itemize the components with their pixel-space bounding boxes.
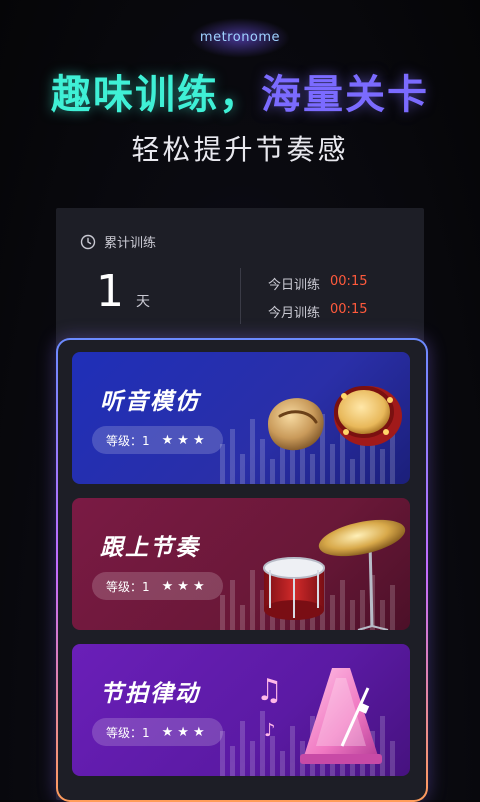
stats-divider bbox=[240, 268, 241, 324]
stats-header: 累计训练 bbox=[80, 232, 156, 251]
month-training-row: 今月训练 00:15 bbox=[268, 302, 367, 321]
app-preview: 累计训练 1 天 今日训练 00:15 今月训练 00:15 听音模仿 等级：1… bbox=[56, 208, 426, 800]
level-label: 等级：1 bbox=[106, 579, 150, 594]
level-badge: 等级：1 ★★★ bbox=[92, 718, 223, 746]
level-label: 等级：1 bbox=[106, 433, 150, 448]
drum-kit-icon bbox=[263, 519, 406, 630]
svg-text:♫: ♫ bbox=[256, 673, 283, 708]
level-badge: 等级：1 ★★★ bbox=[92, 426, 223, 454]
brand-name: metronome bbox=[199, 30, 281, 45]
level-label: 等级：1 bbox=[106, 725, 150, 740]
today-training-row: 今日训练 00:15 bbox=[268, 274, 367, 293]
mode-card-beat-groove[interactable]: 节拍律动 等级：1 ★★★ ♫ ♪ bbox=[72, 644, 410, 776]
subline: 轻松提升节奏感 bbox=[131, 133, 349, 166]
days-unit: 天 bbox=[136, 294, 150, 310]
days-value: 1 bbox=[96, 266, 124, 317]
mode-title: 听音模仿 bbox=[100, 389, 200, 415]
headline-part2: 海量关卡 bbox=[261, 72, 429, 118]
headline: 趣味训练，海量关卡 bbox=[0, 62, 480, 120]
month-value: 00:15 bbox=[330, 302, 368, 317]
month-label: 今月训练 bbox=[268, 306, 321, 321]
star-rating: ★★★ bbox=[161, 724, 209, 740]
today-value: 00:15 bbox=[330, 274, 368, 289]
metronome-icon: ♫ ♪ bbox=[256, 668, 382, 764]
star-rating: ★★★ bbox=[161, 578, 209, 594]
mode-card-listen-imitate[interactable]: 听音模仿 等级：1 ★★★ bbox=[72, 352, 410, 484]
training-modes-panel: 听音模仿 等级：1 ★★★ 跟上节奏 等级：1 ★★★ 节拍律动 等级：1 ★★… bbox=[56, 338, 428, 802]
mode-title: 节拍律动 bbox=[100, 681, 200, 707]
headline-part1: 趣味训练， bbox=[51, 72, 261, 118]
stats-title: 累计训练 bbox=[104, 236, 157, 251]
clock-icon bbox=[80, 234, 96, 249]
drums-icon bbox=[268, 386, 402, 451]
svg-text:♪: ♪ bbox=[264, 720, 276, 741]
level-badge: 等级：1 ★★★ bbox=[92, 572, 223, 600]
total-days: 1 天 bbox=[96, 266, 150, 317]
star-rating: ★★★ bbox=[161, 432, 209, 448]
mode-card-follow-rhythm[interactable]: 跟上节奏 等级：1 ★★★ bbox=[72, 498, 410, 630]
mode-title: 跟上节奏 bbox=[100, 535, 200, 561]
today-label: 今日训练 bbox=[268, 278, 321, 293]
